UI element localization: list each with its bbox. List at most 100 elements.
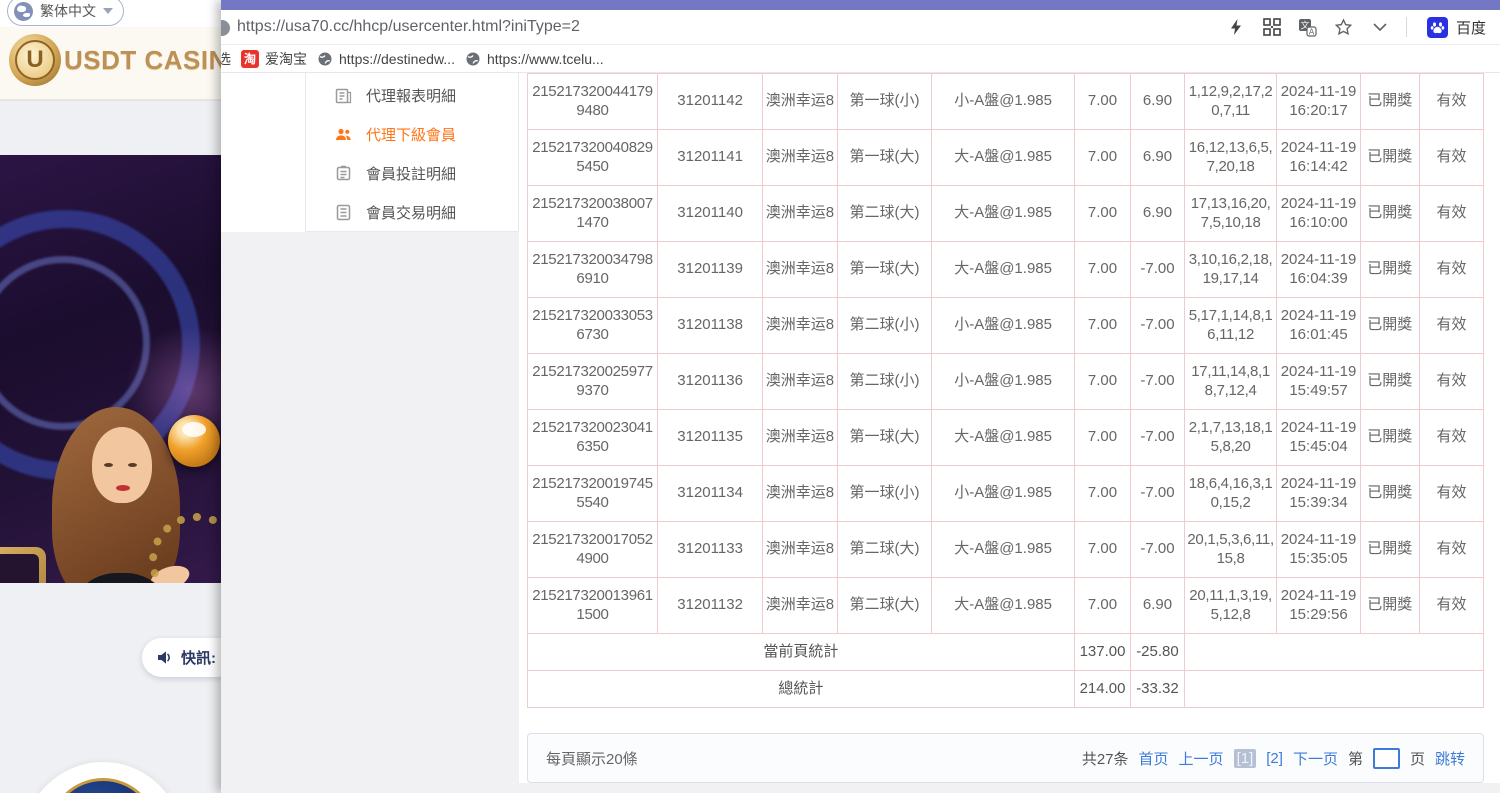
page-size-label: 每頁顯示20條 [546, 748, 638, 769]
cell-bet-id: 31201134 [658, 466, 763, 522]
sidebar-item-label: 會員投註明細 [366, 163, 456, 184]
url-text[interactable]: https://usa70.cc/hhcp/usercenter.html?in… [237, 18, 1216, 36]
site-info-icon[interactable] [221, 19, 230, 36]
grid-extension-icon[interactable] [1262, 17, 1282, 37]
cell-order-no: 2152173200230416350 [528, 410, 658, 466]
sidebar-item-member-transactions[interactable]: 會員交易明細 [306, 193, 518, 232]
cell-bet-content: 大-A盤@1.985 [932, 522, 1074, 578]
bet-records-panel: 215217320044179948031201142澳洲幸运8第一球(小)小-… [527, 73, 1484, 708]
cell-bet-id: 31201142 [658, 74, 763, 130]
translate-icon[interactable]: 文 A [1298, 17, 1318, 37]
summary-row-page: 當前頁統計 137.00 -25.80 [528, 634, 1484, 671]
cell-bet-content: 大-A盤@1.985 [932, 410, 1074, 466]
address-bar[interactable]: https://usa70.cc/hhcp/usercenter.html?in… [221, 10, 1500, 44]
cell-amount: 7.00 [1074, 466, 1130, 522]
cell-time: 2024-11-19 16:01:45 [1277, 298, 1360, 354]
summary-empty [1184, 671, 1483, 708]
casino-promo-image: 7 7 15 [0, 155, 221, 583]
cell-profit: 6.90 [1131, 186, 1185, 242]
cell-valid-status: 有效 [1419, 410, 1483, 466]
cell-draw-numbers: 2,1,7,13,18,15,8,20 [1184, 410, 1277, 466]
cell-play: 第一球(小) [837, 74, 932, 130]
globe-icon [317, 51, 333, 67]
sidebar-item-member-bets[interactable]: 會員投註明細 [306, 154, 518, 193]
globe-icon [14, 2, 33, 21]
cell-play: 第二球(大) [837, 186, 932, 242]
bookmark-partial[interactable]: 选 [221, 49, 231, 69]
sidebar-item-agent-members[interactable]: 代理下級會員 [306, 115, 518, 154]
cell-game: 澳洲幸运8 [763, 130, 838, 186]
current-page-indicator[interactable]: [1] [1234, 749, 1257, 768]
cell-game: 澳洲幸运8 [763, 466, 838, 522]
jump-prefix-label: 第 [1348, 748, 1363, 769]
cell-draw-numbers: 20,1,5,3,6,11,15,8 [1184, 522, 1277, 578]
bookmark-taobao[interactable]: 淘 爱淘宝 [241, 49, 307, 69]
chevron-down-icon[interactable] [1370, 17, 1390, 37]
sidebar-item-agent-report[interactable]: 代理報表明細 [306, 76, 518, 115]
pagination-bar: 每頁顯示20條 共27条 首页 上一页 [1] [2] 下一页 第 页 跳转 [527, 733, 1484, 783]
page-jump-input[interactable] [1373, 748, 1400, 769]
cell-order-no: 2152173200259779370 [528, 354, 658, 410]
bookmark-site1[interactable]: https://destinedw... [317, 51, 455, 67]
total-count-label: 共27条 [1082, 748, 1129, 769]
baidu-shortcut[interactable]: 百度 [1427, 17, 1486, 38]
cell-profit: -7.00 [1131, 522, 1185, 578]
cell-valid-status: 有效 [1419, 298, 1483, 354]
cell-profit: 6.90 [1131, 578, 1185, 634]
bookmark-star-icon[interactable] [1334, 17, 1354, 37]
table-row: 215217320019745554031201134澳洲幸运8第一球(小)小-… [528, 466, 1484, 522]
cell-amount: 7.00 [1074, 522, 1130, 578]
cell-amount: 7.00 [1074, 130, 1130, 186]
cell-bet-id: 31201133 [658, 522, 763, 578]
cell-draw-status: 已開獎 [1360, 578, 1419, 634]
jump-button[interactable]: 跳转 [1435, 748, 1465, 769]
cell-order-no: 2152173200139611500 [528, 578, 658, 634]
table-row: 215217320034798691031201139澳洲幸运8第一球(大)大-… [528, 242, 1484, 298]
people-icon [335, 126, 352, 143]
cell-time: 2024-11-19 15:29:56 [1277, 578, 1360, 634]
cell-amount: 7.00 [1074, 74, 1130, 130]
prev-page-link[interactable]: 上一页 [1179, 748, 1224, 769]
browser-window: https://usa70.cc/hhcp/usercenter.html?in… [221, 0, 1500, 793]
cell-order-no: 2152173200408295450 [528, 130, 658, 186]
cell-order-no: 2152173200330536730 [528, 298, 658, 354]
table-row: 215217320040829545031201141澳洲幸运8第一球(大)大-… [528, 130, 1484, 186]
cell-draw-numbers: 20,11,1,3,19,5,12,8 [1184, 578, 1277, 634]
lightning-extension-icon[interactable] [1226, 17, 1246, 37]
chevron-down-icon [103, 8, 113, 14]
cell-bet-id: 31201139 [658, 242, 763, 298]
news-label: 快訊: [181, 647, 216, 668]
page-2-link[interactable]: [2] [1266, 750, 1283, 767]
cell-draw-numbers: 16,12,13,6,5,7,20,18 [1184, 130, 1277, 186]
summary-amount: 214.00 [1074, 671, 1130, 708]
next-page-link[interactable]: 下一页 [1293, 748, 1338, 769]
cell-valid-status: 有效 [1419, 130, 1483, 186]
cell-game: 澳洲幸运8 [763, 354, 838, 410]
cell-valid-status: 有效 [1419, 578, 1483, 634]
cell-draw-status: 已開獎 [1360, 410, 1419, 466]
cell-bet-content: 小-A盤@1.985 [932, 298, 1074, 354]
cell-draw-numbers: 18,6,4,16,3,10,15,2 [1184, 466, 1277, 522]
bookmark-site2[interactable]: https://www.tcelu... [465, 51, 604, 67]
cell-play: 第一球(大) [837, 242, 932, 298]
cell-play: 第一球(小) [837, 466, 932, 522]
cell-draw-status: 已開獎 [1360, 354, 1419, 410]
first-page-link[interactable]: 首页 [1139, 748, 1169, 769]
cell-valid-status: 有效 [1419, 186, 1483, 242]
app-topbar: 繁体中文 [0, 0, 221, 27]
floating-logo-inner [48, 778, 158, 793]
cell-bet-id: 31201135 [658, 410, 763, 466]
cell-amount: 7.00 [1074, 578, 1130, 634]
language-selector[interactable]: 繁体中文 [7, 0, 124, 26]
cell-amount: 7.00 [1074, 298, 1130, 354]
brand-coin-logo: U [9, 34, 61, 86]
cell-bet-id: 31201141 [658, 130, 763, 186]
cell-amount: 7.00 [1074, 186, 1130, 242]
cell-bet-id: 31201140 [658, 186, 763, 242]
cell-profit: -7.00 [1131, 298, 1185, 354]
browser-titlebar[interactable] [221, 0, 1500, 10]
toolbar-divider [1406, 17, 1407, 37]
bookmarks-bar: 选 淘 爱淘宝 https://destinedw... https://www… [221, 44, 1500, 73]
floating-logo[interactable] [23, 762, 183, 793]
cell-valid-status: 有效 [1419, 354, 1483, 410]
